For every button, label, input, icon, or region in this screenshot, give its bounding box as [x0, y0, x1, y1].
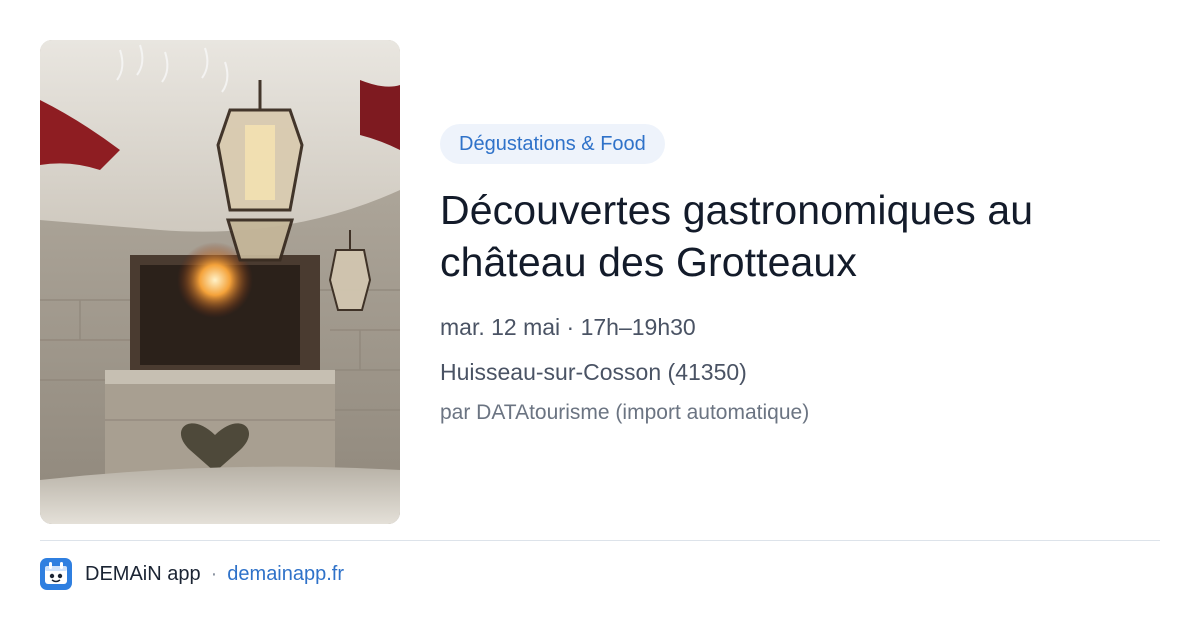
event-title: Découvertes gastronomiques au château de…: [440, 187, 1034, 285]
demain-app-icon: [40, 558, 72, 590]
event-details: Dégustations & Food Découvertes gastrono…: [440, 124, 1160, 427]
event-source: par DATAtourisme (import automatique): [440, 401, 810, 424]
event-date-time: mar. 12 mai · 17h–19h30: [440, 314, 696, 340]
app-name: DEMAiN app: [85, 562, 201, 585]
category-tag[interactable]: Dégustations & Food: [440, 124, 665, 164]
app-domain-link[interactable]: demainapp.fr: [227, 563, 344, 586]
event-share-card: Dégustations & Food Découvertes gastrono…: [0, 0, 1200, 630]
footer-divider: [40, 540, 1160, 541]
footer-separator: ·: [210, 562, 218, 585]
footer: DEMAiN app · demainapp.fr: [40, 558, 344, 590]
event-photo: [40, 40, 400, 524]
event-location: Huisseau-sur-Cosson (41350): [440, 359, 747, 385]
